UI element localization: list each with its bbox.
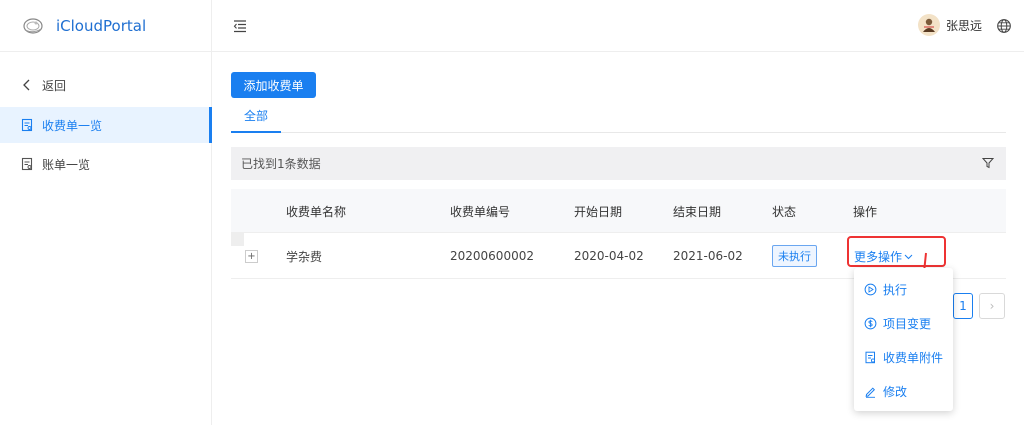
document-icon (865, 351, 876, 363)
document-icon (21, 118, 33, 132)
filter-icon[interactable] (982, 157, 994, 169)
row-indicator (231, 233, 244, 246)
column-header-start: 开始日期 (574, 204, 623, 219)
sidebar-item-bill-list[interactable]: 账单一览 (0, 146, 212, 182)
column-header-end: 结束日期 (673, 204, 722, 219)
result-count: 已找到1条数据 (241, 157, 321, 171)
menu-item-attachments[interactable]: 收费单附件 (854, 342, 953, 372)
sidebar-item-label: 账单一览 (42, 157, 91, 172)
menu-item-change-items[interactable]: 项目变更 (854, 308, 953, 338)
sidebar: iCloudPortal 返回 收费单一览 账单一览 (0, 0, 212, 425)
app-root: iCloudPortal 返回 收费单一览 账单一览 张思远 添加收费单 全部 … (0, 0, 1024, 425)
sidebar-item-fee-list[interactable]: 收费单一览 (0, 107, 212, 143)
status-badge: 未执行 (772, 245, 817, 267)
menu-item-execute[interactable]: 执行 (854, 274, 953, 304)
avatar (917, 14, 940, 36)
cell-status: 未执行 (772, 233, 817, 279)
sidebar-item-label: 收费单一览 (42, 118, 103, 133)
menu-item-edit[interactable]: 修改 (854, 376, 953, 406)
column-header-name: 收费单名称 (286, 204, 347, 219)
tab-bar: 全部 (231, 100, 1006, 133)
cell-name: 学杂费 (286, 249, 323, 264)
menu-fold-icon[interactable] (232, 18, 248, 34)
column-header-status: 状态 (772, 204, 797, 219)
chevron-left-icon (23, 79, 30, 91)
dollar-circle-icon (864, 317, 877, 329)
menu-item-label: 项目变更 (883, 316, 932, 331)
logo[interactable]: iCloudPortal (0, 0, 212, 52)
document-icon (21, 157, 33, 171)
app-title: iCloudPortal (56, 16, 147, 35)
menu-item-label: 修改 (883, 384, 908, 399)
user-avatar-icon (922, 18, 935, 32)
expand-row-button[interactable]: + (245, 250, 258, 263)
page-number-current[interactable]: 1 (953, 293, 973, 319)
column-header-action: 操作 (853, 204, 878, 219)
column-header-number: 收费单编号 (450, 204, 511, 219)
globe-icon[interactable] (996, 18, 1012, 34)
user-name: 张思远 (945, 18, 982, 33)
tab-all[interactable]: 全部 (231, 100, 281, 133)
cell-number: 20200600002 (450, 249, 534, 263)
more-actions-dropdown: 执行 项目变更 收费单附件 修改 (854, 268, 953, 411)
top-header: 张思远 (212, 0, 1024, 52)
edit-icon (865, 386, 876, 398)
next-page-button[interactable]: › (979, 293, 1005, 319)
table-header: 收费单名称 收费单编号 开始日期 结束日期 状态 操作 (231, 189, 1006, 233)
cell-end-date: 2021-06-02 (673, 249, 743, 263)
user-menu[interactable]: 张思远 (917, 14, 982, 36)
sidebar-item-back[interactable]: 返回 (0, 67, 212, 103)
cell-start-date: 2020-04-02 (574, 249, 644, 263)
menu-item-label: 收费单附件 (883, 350, 944, 365)
add-fee-button[interactable]: 添加收费单 (231, 72, 316, 98)
sidebar-item-label: 返回 (42, 78, 67, 93)
play-circle-icon (864, 283, 877, 295)
filter-bar: 已找到1条数据 (231, 147, 1006, 180)
menu-item-label: 执行 (883, 282, 908, 297)
logo-icon (23, 17, 43, 34)
